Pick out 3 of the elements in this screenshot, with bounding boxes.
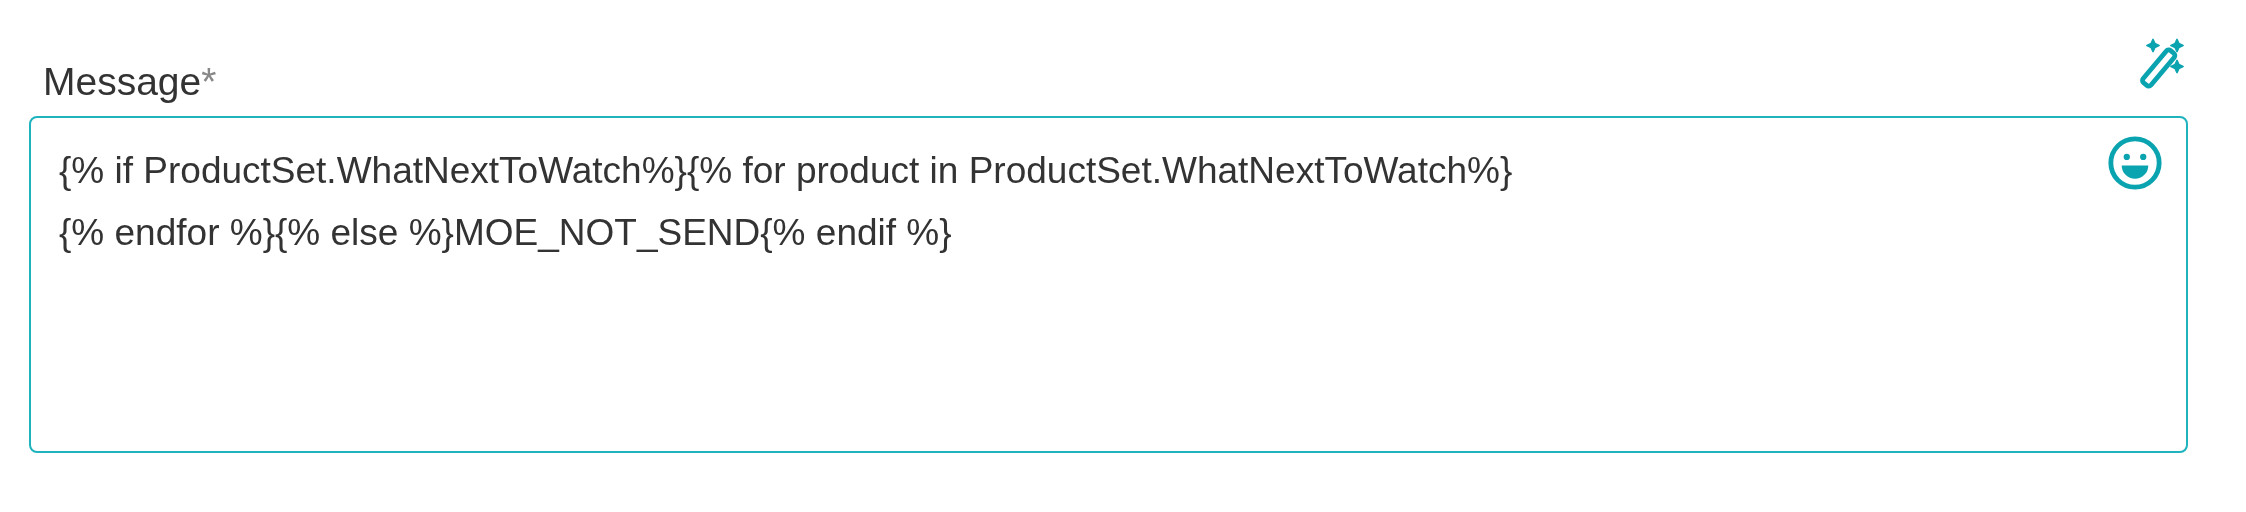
- message-field[interactable]: {% if ProductSet.WhatNextToWatch%}{% for product in ProductSet.WhatNextToWatch%} {% endfor %}{% else %}MOE_NOT_SEND{% endif %}: [29, 116, 2188, 453]
- field-label: Message*: [43, 60, 217, 104]
- smiley-icon[interactable]: [2106, 134, 2164, 192]
